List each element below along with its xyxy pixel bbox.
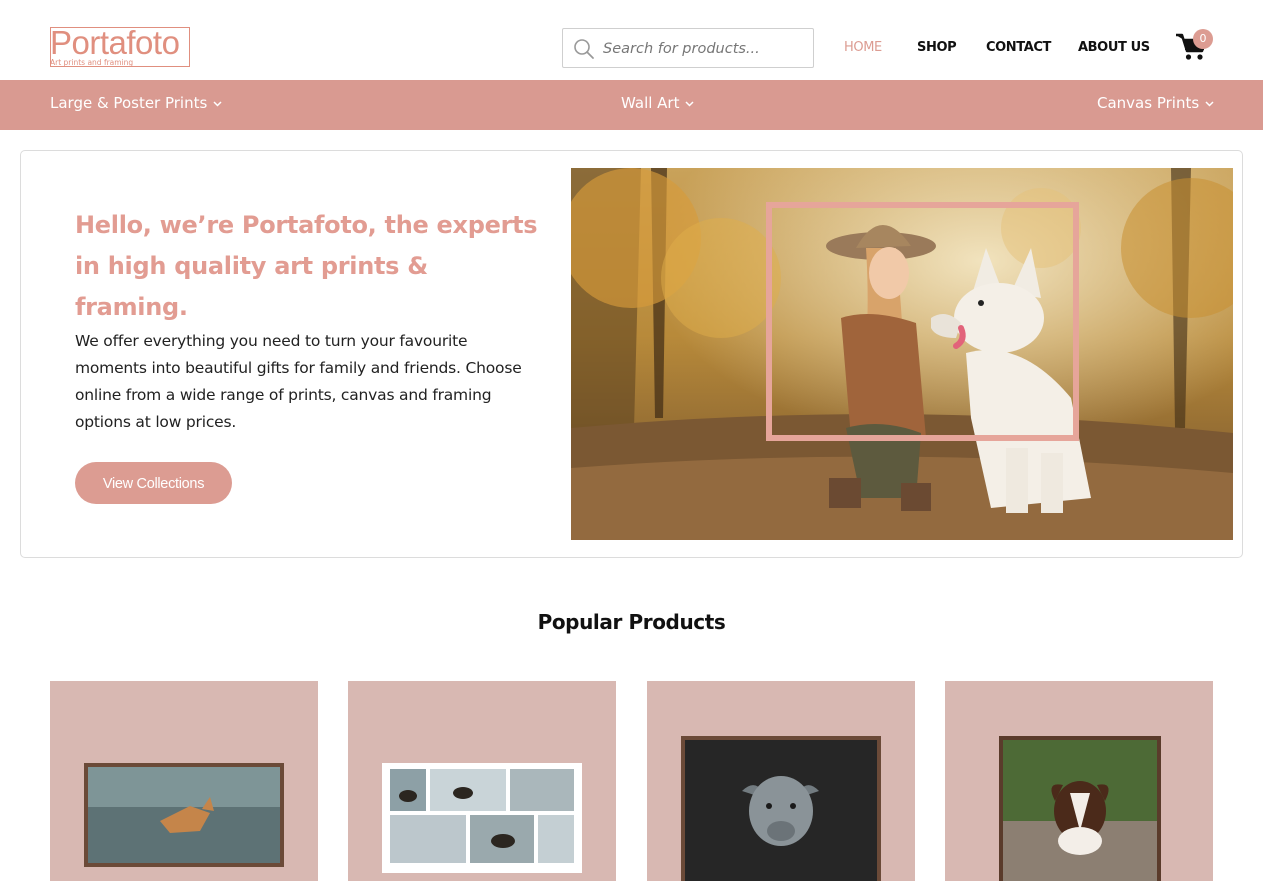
search-box [562,28,814,68]
nav-home[interactable]: HOME [844,40,882,55]
nav-shop[interactable]: SHOP [917,40,957,55]
product-image [84,763,284,867]
product-image [681,736,881,881]
search-icon[interactable] [573,38,595,60]
hero-description: We offer everything you need to turn you… [75,332,522,431]
category-bar: Large & Poster Prints Wall Art Canvas Pr… [0,80,1263,130]
hero-photo [571,168,1233,540]
site-header: Portafoto Art prints and framing HOME SH… [0,0,1263,80]
hero-section: Hello, we’re Portafoto, the experts in h… [20,150,1243,558]
site-logo[interactable]: Portafoto Art prints and framing [50,24,192,69]
cart-count-badge: 0 [1193,29,1213,49]
view-collections-button[interactable]: View Collections [75,462,232,504]
nav-about-us[interactable]: ABOUT US [1078,40,1150,55]
hero-title: Hello, we’re Portafoto, the experts in h… [75,211,538,321]
product-card[interactable] [647,681,915,881]
category-wall-art[interactable]: Wall Art [621,94,695,112]
nav-contact[interactable]: CONTACT [986,40,1051,55]
product-card[interactable] [348,681,616,881]
product-image [382,763,582,873]
chevron-down-icon [1205,100,1214,107]
category-canvas-prints[interactable]: Canvas Prints [1097,94,1214,112]
product-image [999,736,1161,881]
logo-wordmark: Portafoto [50,24,180,61]
category-label: Large & Poster Prints [50,94,208,112]
popular-products-title: Popular Products [537,610,726,634]
chevron-down-icon [213,100,222,107]
logo-tagline: Art prints and framing [50,58,134,67]
category-label: Canvas Prints [1097,94,1200,112]
search-input[interactable] [603,38,803,60]
category-large-poster-prints[interactable]: Large & Poster Prints [50,94,222,112]
product-card[interactable] [945,681,1213,881]
chevron-down-icon [685,100,695,107]
product-card[interactable] [50,681,318,881]
category-label: Wall Art [621,94,680,112]
